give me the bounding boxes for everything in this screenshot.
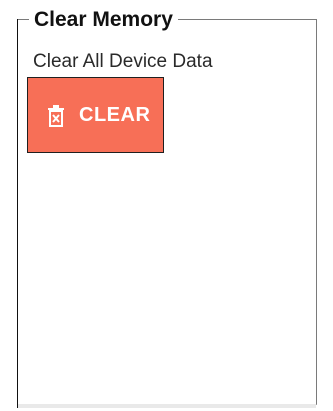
trash-x-icon <box>47 105 65 128</box>
panel-title: Clear Memory <box>29 7 178 33</box>
clear-button-label: CLEAR <box>79 104 151 126</box>
clear-button[interactable]: CLEAR <box>27 77 164 153</box>
panel-description: Clear All Device Data <box>33 51 213 72</box>
